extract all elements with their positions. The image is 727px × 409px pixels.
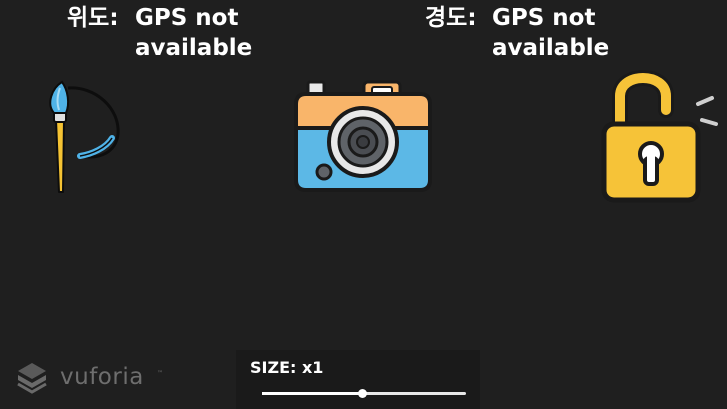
latitude-value: GPS not available: [135, 5, 253, 61]
brush-button[interactable]: [40, 78, 130, 196]
size-slider-thumb[interactable]: [357, 389, 367, 398]
vuforia-cube-icon: [17, 363, 47, 394]
vuforia-wordmark: vuforia: [60, 364, 144, 390]
trademark-symbol: ™: [157, 370, 163, 377]
camera-button[interactable]: [290, 74, 436, 194]
vuforia-logo: vuforia ™: [14, 360, 174, 396]
lock-button[interactable]: [598, 66, 720, 204]
camera-icon: [294, 80, 432, 192]
paintbrush-icon: [49, 80, 120, 193]
size-control: SIZE: x1: [236, 350, 480, 409]
longitude-value: GPS not available: [492, 5, 610, 61]
longitude-label: 경도:: [425, 5, 477, 31]
size-slider-fill: [262, 392, 362, 395]
latitude-label: 위도:: [67, 5, 119, 31]
size-label: SIZE: x1: [250, 358, 324, 377]
size-slider[interactable]: [262, 389, 466, 398]
unlocked-padlock-icon: [601, 70, 718, 203]
